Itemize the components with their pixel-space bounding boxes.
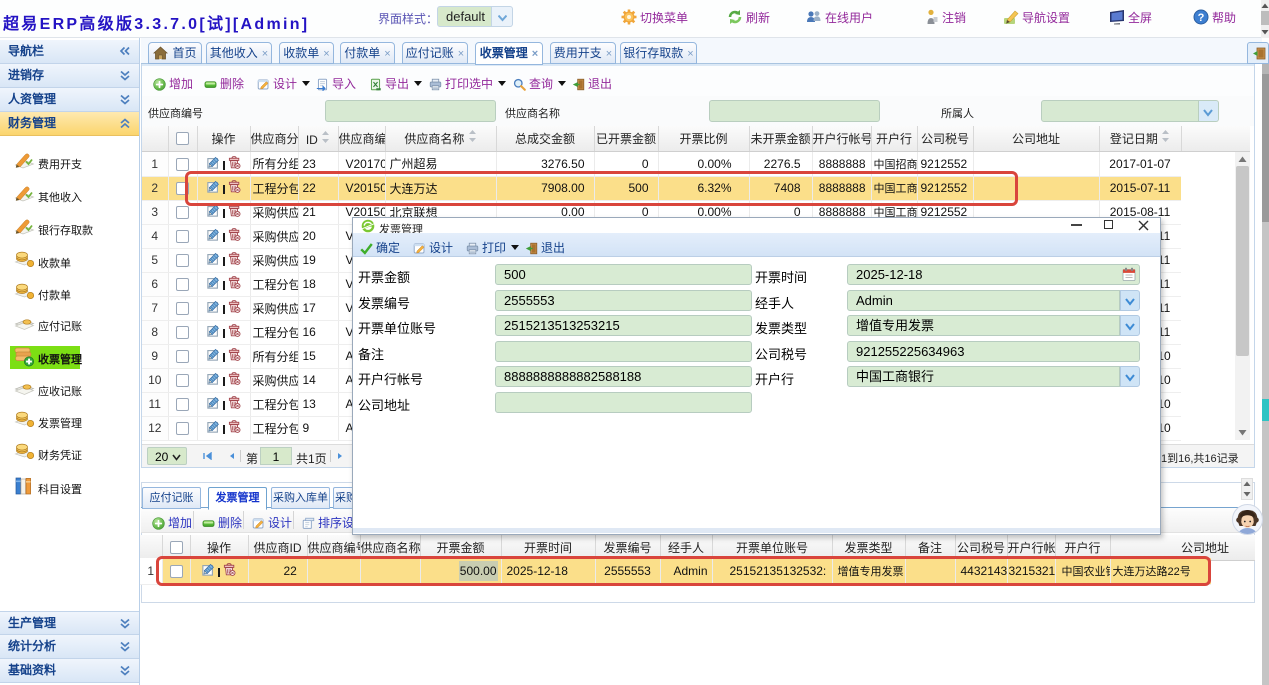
svg-text:?: ? bbox=[1198, 12, 1205, 24]
